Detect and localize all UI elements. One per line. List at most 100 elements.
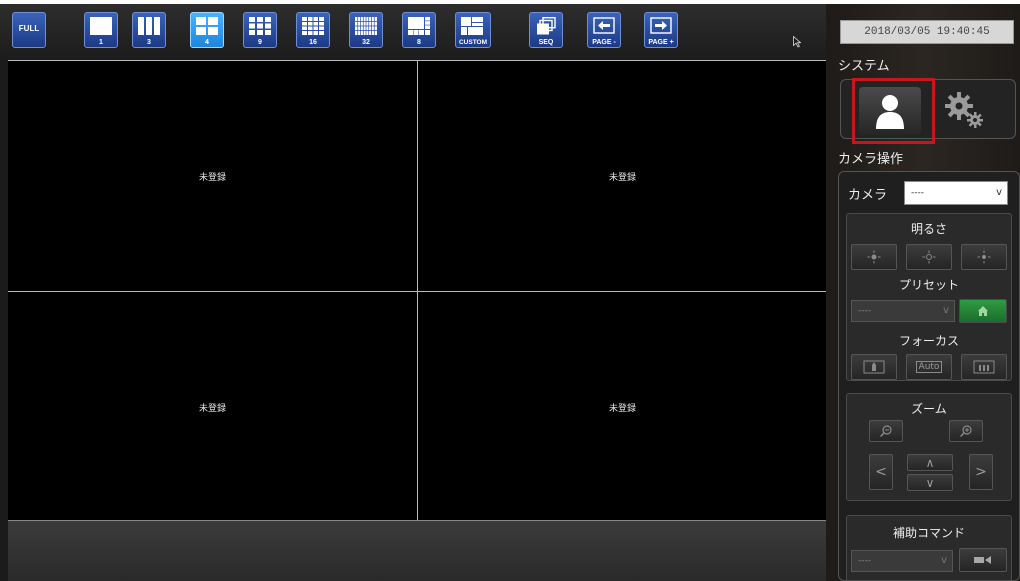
chevron-down-icon: ∨: [925, 475, 935, 490]
camera-select-value: ----: [911, 188, 924, 198]
layout-16-icon: [302, 17, 324, 35]
camera-operation-heading: カメラ操作: [838, 152, 904, 167]
sun-small-icon: [867, 250, 881, 264]
camera-cell-4[interactable]: 未登録: [418, 292, 827, 522]
zoom-out-icon: [879, 425, 892, 438]
image-settings-box: 明るさ プリセット ---- v フォーカス Auto: [846, 213, 1012, 381]
arrow-left-icon: [593, 17, 615, 34]
page-next-button[interactable]: PAGE +: [644, 12, 678, 48]
layout-16-button[interactable]: 16: [296, 12, 330, 48]
layout-9-label: 9: [258, 39, 262, 46]
layout-4-button[interactable]: 4: [190, 12, 224, 48]
sequence-icon: [537, 17, 556, 35]
tilt-down-button[interactable]: ∨: [907, 474, 953, 491]
focus-auto-button[interactable]: Auto: [906, 354, 952, 380]
layout-1-icon: [90, 17, 112, 35]
layout-1-button[interactable]: 1: [84, 12, 118, 48]
mouse-cursor-icon: [793, 36, 801, 48]
aux-command-heading: 補助コマンド: [892, 526, 965, 540]
highlight-frame: [852, 78, 935, 144]
layout-32-label: 32: [362, 39, 370, 46]
sun-icon: [922, 250, 936, 264]
preset-heading: プリセット: [898, 278, 959, 292]
page-prev-button[interactable]: PAGE -: [587, 12, 621, 48]
chevron-right-icon: >: [975, 464, 987, 480]
layout-8-label: 8: [417, 39, 421, 46]
unregistered-label: 未登録: [198, 172, 226, 183]
camera-cell-3[interactable]: 未登録: [8, 292, 417, 522]
layout-9-button[interactable]: 9: [243, 12, 277, 48]
unregistered-label: 未登録: [608, 172, 636, 183]
camera-send-icon: [974, 556, 991, 564]
layout-3-button[interactable]: 3: [132, 12, 166, 48]
pan-right-button[interactable]: >: [969, 454, 993, 490]
preset-go-button[interactable]: [959, 299, 1007, 323]
chevron-down-icon: v: [941, 555, 947, 566]
layout-4-icon: [196, 17, 218, 35]
unregistered-label: 未登録: [198, 403, 226, 414]
pan-left-button[interactable]: <: [869, 454, 893, 490]
custom-label: CUSTOM: [458, 39, 488, 46]
preset-select[interactable]: ---- v: [851, 300, 955, 322]
zoom-pan-box: ズーム < ∧ ∨ >: [846, 393, 1012, 501]
focus-heading: フォーカス: [898, 334, 959, 348]
focus-near-icon: [863, 360, 885, 374]
brightness-increase-button[interactable]: [961, 244, 1007, 270]
focus-near-button[interactable]: [851, 354, 897, 380]
zoom-out-button[interactable]: [869, 420, 903, 442]
grid-divider-horizontal: [8, 291, 826, 292]
brightness-heading: 明るさ: [910, 222, 947, 236]
zoom-heading: ズーム: [911, 402, 947, 416]
tilt-up-button[interactable]: ∧: [907, 454, 953, 471]
aux-command-box: 補助コマンド ---- v: [846, 515, 1012, 581]
chevron-up-icon: ∧: [925, 455, 935, 470]
layout-toolbar: FULL 1 3 4 9 16 32 8 CUSTOM SEQ PAGE - P…: [0, 4, 826, 60]
sequence-button[interactable]: SEQ: [529, 12, 563, 48]
camera-grid: 未登録 未登録 未登録 未登録: [8, 60, 827, 522]
layout-3-label: 3: [147, 39, 151, 46]
gear-icon: [945, 92, 983, 128]
camera-cell-2[interactable]: 未登録: [418, 61, 827, 291]
unregistered-label: 未登録: [608, 403, 636, 414]
page-next-label: PAGE +: [648, 39, 674, 46]
datetime-display: 2018/03/05 19:40:45: [840, 20, 1014, 44]
aux-command-send-button[interactable]: [959, 548, 1007, 572]
seq-label: SEQ: [538, 39, 554, 46]
layout-32-icon: [355, 17, 377, 35]
full-button-label: FULL: [18, 24, 40, 33]
custom-layout-button[interactable]: CUSTOM: [455, 12, 491, 48]
layout-8-icon: [408, 17, 430, 35]
focus-far-icon: [973, 360, 995, 374]
focus-far-button[interactable]: [961, 354, 1007, 380]
focus-auto-label: Auto: [915, 361, 943, 373]
layout-16-label: 16: [309, 39, 317, 46]
aux-command-select[interactable]: ---- v: [851, 550, 953, 572]
brightness-reset-button[interactable]: [906, 244, 952, 270]
layout-9-icon: [249, 17, 271, 35]
custom-layout-icon: [461, 17, 483, 35]
aux-select-value: ----: [858, 556, 871, 566]
layout-4-label: 4: [205, 39, 209, 46]
camera-cell-1[interactable]: 未登録: [8, 61, 417, 291]
zoom-in-button[interactable]: [949, 420, 983, 442]
full-screen-button[interactable]: FULL: [12, 12, 46, 48]
layout-1-label: 1: [99, 39, 103, 46]
bottom-status-strip: [8, 520, 826, 581]
layout-3-icon: [138, 17, 160, 35]
camera-select[interactable]: ---- v: [904, 181, 1008, 205]
app-window: FULL 1 3 4 9 16 32 8 CUSTOM SEQ PAGE - P…: [0, 4, 1020, 581]
sun-large-icon: [977, 250, 991, 264]
layout-8-button[interactable]: 8: [402, 12, 436, 48]
chevron-left-icon: <: [875, 464, 887, 480]
system-heading: システム: [838, 59, 890, 74]
zoom-in-icon: [959, 425, 972, 438]
home-icon: [978, 306, 988, 316]
arrow-right-icon: [650, 17, 672, 34]
settings-button[interactable]: [941, 88, 987, 132]
brightness-decrease-button[interactable]: [851, 244, 897, 270]
preset-select-value: ----: [858, 306, 871, 316]
chevron-down-icon: v: [943, 305, 949, 316]
page-prev-label: PAGE -: [592, 39, 616, 46]
chevron-down-icon: v: [996, 187, 1002, 198]
layout-32-button[interactable]: 32: [349, 12, 383, 48]
